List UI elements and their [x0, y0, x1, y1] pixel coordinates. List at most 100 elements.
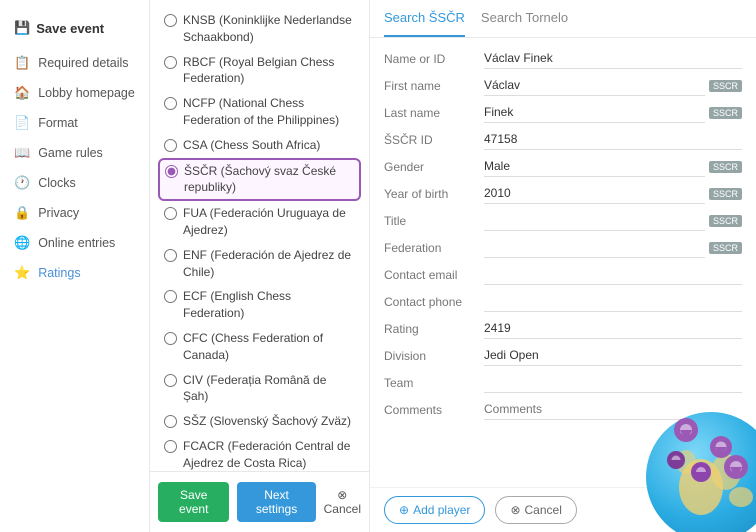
federation-radio-RBCF[interactable]: [164, 56, 177, 69]
federation-item-NCFP[interactable]: NCFP (National Chess Federation of the P…: [158, 91, 361, 133]
form-row-contact-email: Contact email: [384, 264, 742, 285]
federation-item-KNSB[interactable]: KNSB (Koninklijke Nederlandse Schaakbond…: [158, 8, 361, 50]
federation-item-ECF[interactable]: ECF (English Chess Federation): [158, 284, 361, 326]
sidebar-item-clocks[interactable]: 🕐 Clocks: [0, 168, 149, 198]
add-player-button[interactable]: ⊕ Add player: [384, 496, 485, 524]
federation-radio-FCACR[interactable]: [164, 440, 177, 453]
sscr-badge-title: SSCR: [709, 215, 742, 227]
search-tabs: Search ŠSČR Search Tornelo: [370, 0, 756, 38]
federation-radio-ECF[interactable]: [164, 290, 177, 303]
federation-item-CIV[interactable]: CIV (Federația Română de Șah): [158, 368, 361, 410]
form-row-year-of-birth: Year of birthSSCR: [384, 183, 742, 204]
required-details-icon: 📋: [14, 55, 30, 71]
federation-item-FCACR[interactable]: FCACR (Federación Central de Ajedrez de …: [158, 434, 361, 471]
field-input-gender[interactable]: [484, 156, 705, 177]
federation-label-CFC: CFC (Chess Federation of Canada): [183, 330, 355, 364]
sscr-badge-gender: SSCR: [709, 161, 742, 173]
federation-radio-CSA[interactable]: [164, 139, 177, 152]
bottom-actions: ⊕ Add player ⊗ Cancel: [370, 487, 756, 532]
form-row-gender: Gender SSCR: [384, 156, 742, 177]
form-row-comments: Comments: [384, 399, 742, 420]
sidebar-label-format: Format: [38, 116, 78, 130]
sidebar-item-privacy[interactable]: 🔒 Privacy: [0, 198, 149, 228]
clocks-icon: 🕐: [14, 175, 30, 191]
federation-label-SŠZ: SŠZ (Slovenský Šachový Zväz): [183, 413, 351, 430]
sidebar-label-clocks: Clocks: [38, 176, 76, 190]
field-label-contact-email: Contact email: [384, 268, 484, 282]
field-input-first-name[interactable]: [484, 75, 705, 96]
cancel-button-footer[interactable]: Cancel: [324, 482, 361, 522]
sidebar-item-required-details[interactable]: 📋 Required details: [0, 48, 149, 78]
sidebar-item-game-rules[interactable]: 📖 Game rules: [0, 138, 149, 168]
field-label-first-name: First name: [384, 79, 484, 93]
federation-item-ENF[interactable]: ENF (Federación de Ajedrez de Chile): [158, 243, 361, 285]
field-input-title[interactable]: [484, 210, 705, 231]
field-label-gender: Gender: [384, 160, 484, 174]
federation-radio-FUA[interactable]: [164, 207, 177, 220]
cancel-search-button[interactable]: ⊗ Cancel: [495, 496, 576, 524]
ratings-icon: ⭐: [14, 265, 30, 281]
federation-item-ŠSČR[interactable]: ŠSČR (Šachový svaz České republiky): [158, 158, 361, 202]
save-event-button[interactable]: Save event: [158, 482, 229, 522]
field-input-rating[interactable]: [484, 318, 742, 339]
sscr-badge-last-name: SSCR: [709, 107, 742, 119]
field-input-contact-email[interactable]: [484, 264, 742, 285]
sidebar-item-lobby-homepage[interactable]: 🏠 Lobby homepage: [0, 78, 149, 108]
sscr-badge-first-name: SSCR: [709, 80, 742, 92]
game-rules-icon: 📖: [14, 145, 30, 161]
federation-label-KNSB: KNSB (Koninklijke Nederlandse Schaakbond…: [183, 12, 355, 46]
search-tab-search-tornelo[interactable]: Search Tornelo: [481, 0, 568, 37]
format-icon: 📄: [14, 115, 30, 131]
federation-radio-ŠSČR[interactable]: [165, 165, 178, 178]
field-input-name-or-id[interactable]: [484, 48, 742, 69]
field-label-team: Team: [384, 376, 484, 390]
search-tab-search-šsčr[interactable]: Search ŠSČR: [384, 0, 465, 37]
federation-item-SŠZ[interactable]: SŠZ (Slovenský Šachový Zväz): [158, 409, 361, 434]
sidebar: 💾 Save event 📋 Required details🏠 Lobby h…: [0, 0, 150, 532]
federation-radio-CFC[interactable]: [164, 332, 177, 345]
federation-label-ENF: ENF (Federación de Ajedrez de Chile): [183, 247, 355, 281]
sidebar-item-format[interactable]: 📄 Format: [0, 108, 149, 138]
sidebar-label-game-rules: Game rules: [38, 146, 103, 160]
field-input-šsčr-id[interactable]: [484, 129, 742, 150]
federation-radio-CIV[interactable]: [164, 374, 177, 387]
form-row-rating: Rating: [384, 318, 742, 339]
sidebar-item-online-entries[interactable]: 🌐 Online entries: [0, 228, 149, 258]
lobby-homepage-icon: 🏠: [14, 85, 30, 101]
form-row-federation: FederationSSCR: [384, 237, 742, 258]
form-row-division: Division: [384, 345, 742, 366]
cancel-circle-icon: ⊗: [510, 503, 520, 517]
federation-item-FUA[interactable]: FUA (Federación Uruguaya de Ajedrez): [158, 201, 361, 243]
online-entries-icon: 🌐: [14, 235, 30, 251]
sidebar-header: 💾 Save event: [0, 12, 149, 48]
form-row-title: TitleSSCR: [384, 210, 742, 231]
federation-label-ECF: ECF (English Chess Federation): [183, 288, 355, 322]
field-input-last-name[interactable]: [484, 102, 705, 123]
field-input-year-of-birth[interactable]: [484, 183, 705, 204]
federation-item-CSA[interactable]: CSA (Chess South Africa): [158, 133, 361, 158]
save-icon: 💾: [14, 20, 30, 36]
federation-item-CFC[interactable]: CFC (Chess Federation of Canada): [158, 326, 361, 368]
next-settings-button[interactable]: Next settings: [237, 482, 315, 522]
field-input-comments[interactable]: [484, 399, 742, 420]
sidebar-item-ratings[interactable]: ⭐ Ratings: [0, 258, 149, 288]
sscr-badge-federation: SSCR: [709, 242, 742, 254]
federation-label-RBCF: RBCF (Royal Belgian Chess Federation): [183, 54, 355, 88]
federation-label-CSA: CSA (Chess South Africa): [183, 137, 320, 154]
federation-radio-NCFP[interactable]: [164, 97, 177, 110]
federation-radio-SŠZ[interactable]: [164, 415, 177, 428]
field-label-comments: Comments: [384, 403, 484, 417]
field-input-team[interactable]: [484, 372, 742, 393]
form-row-šsčr-id: ŠSČR ID: [384, 129, 742, 150]
federation-label-FUA: FUA (Federación Uruguaya de Ajedrez): [183, 205, 355, 239]
federation-list: KNSB (Koninklijke Nederlandse Schaakbond…: [150, 0, 369, 471]
federation-panel: KNSB (Koninklijke Nederlandse Schaakbond…: [150, 0, 370, 532]
federation-label-ŠSČR: ŠSČR (Šachový svaz České republiky): [184, 163, 354, 197]
sidebar-label-required-details: Required details: [38, 56, 128, 70]
field-input-division[interactable]: [484, 345, 742, 366]
federation-radio-KNSB[interactable]: [164, 14, 177, 27]
field-input-federation[interactable]: [484, 237, 705, 258]
field-input-contact-phone[interactable]: [484, 291, 742, 312]
federation-radio-ENF[interactable]: [164, 249, 177, 262]
federation-item-RBCF[interactable]: RBCF (Royal Belgian Chess Federation): [158, 50, 361, 92]
